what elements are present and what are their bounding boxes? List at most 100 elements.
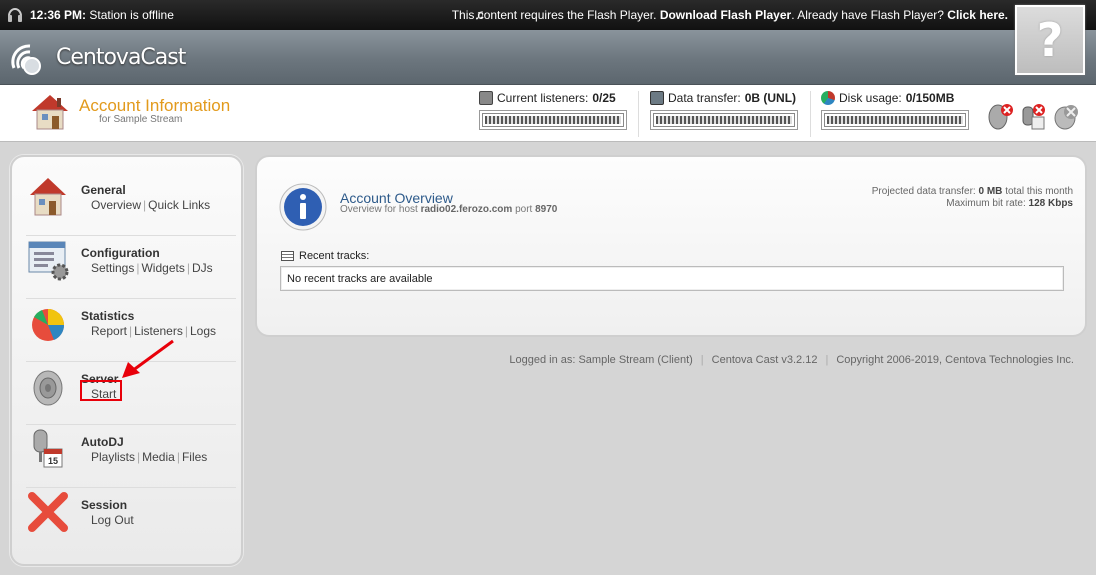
status-text: Station is offline bbox=[89, 8, 174, 22]
sidebar-title-session: Session bbox=[81, 498, 128, 512]
network-icon bbox=[650, 91, 664, 105]
settings-window-icon bbox=[28, 241, 69, 281]
overview-host-label: Overview for host bbox=[340, 204, 418, 215]
top-status-bar: 12:36 PM: Station is offline ♫ This cont… bbox=[0, 0, 1096, 30]
bitrate-label: Maximum bit rate: bbox=[946, 198, 1026, 209]
divider bbox=[810, 91, 811, 137]
listeners-bar bbox=[479, 110, 627, 130]
disk-bar bbox=[821, 110, 969, 130]
page-title: Account Information bbox=[79, 96, 231, 115]
divider bbox=[638, 91, 639, 137]
flash-requirement-text: This content requires the Flash Player. bbox=[451, 8, 657, 22]
download-flash-link[interactable]: Download Flash Player bbox=[660, 8, 791, 22]
flash-have-text: Already have Flash Player? bbox=[797, 8, 944, 22]
footer: Logged in as: Sample Stream (Client) | Cen… bbox=[509, 354, 1074, 366]
speaker-icon bbox=[33, 370, 63, 406]
tracks-icon bbox=[281, 251, 294, 261]
transfer-summary: Projected data transfer: 0 MB total this… bbox=[872, 186, 1073, 210]
disk-icon bbox=[821, 91, 835, 105]
sidebar-item-general: General Overview | Quick Links bbox=[26, 175, 236, 237]
link-widgets[interactable]: Widgets bbox=[141, 261, 184, 275]
brand-name: CentovaCast bbox=[56, 45, 186, 70]
link-files[interactable]: Files bbox=[182, 450, 207, 464]
divider bbox=[26, 487, 236, 488]
station-status: 12:36 PM: Station is offline bbox=[30, 8, 174, 22]
separator: | bbox=[186, 261, 190, 275]
copyright-text: Copyright 2006-2019, Centova Technologie… bbox=[836, 354, 1074, 366]
server-stop-icon[interactable] bbox=[986, 101, 1014, 131]
divider bbox=[26, 235, 236, 236]
divider bbox=[26, 298, 236, 299]
link-media[interactable]: Media bbox=[142, 450, 175, 464]
listeners-icon bbox=[479, 91, 493, 105]
disk-meter: Disk usage: 0/150MB bbox=[821, 91, 969, 130]
autodj-stop-icon[interactable] bbox=[1018, 101, 1046, 131]
brand-header: CentovaCast bbox=[0, 30, 1096, 85]
separator: | bbox=[700, 354, 704, 366]
link-overview[interactable]: Overview bbox=[91, 198, 141, 212]
link-log-out[interactable]: Log Out bbox=[91, 513, 134, 527]
home-icon bbox=[30, 178, 66, 216]
centova-logo-icon bbox=[11, 44, 41, 75]
transfer-label: Data transfer: bbox=[668, 91, 741, 105]
logged-in-as: Logged in as: Sample Stream (Client) bbox=[509, 354, 693, 366]
account-overview-panel: Account Overview Overview for host radio… bbox=[255, 155, 1087, 337]
link-start[interactable]: Start bbox=[91, 387, 116, 401]
separator: | bbox=[184, 324, 188, 338]
separator: | bbox=[825, 354, 829, 366]
annotation-arrow-icon bbox=[122, 339, 174, 378]
sidebar-title-statistics: Statistics bbox=[81, 309, 135, 323]
separator: | bbox=[129, 324, 133, 338]
disk-label: Disk usage: bbox=[839, 91, 902, 105]
recent-tracks-empty: No recent tracks are available bbox=[287, 273, 433, 285]
recent-tracks-list: No recent tracks are available bbox=[280, 266, 1064, 291]
transfer-meter: Data transfer: 0B (UNL) bbox=[650, 91, 798, 130]
pie-chart-icon bbox=[32, 309, 65, 341]
sidebar-title-autodj: AutoDJ bbox=[81, 435, 124, 449]
disabled-stop-icon[interactable] bbox=[1052, 101, 1080, 131]
link-report[interactable]: Report bbox=[91, 324, 127, 338]
sidebar-item-session: Session Log Out bbox=[26, 490, 236, 552]
link-quick-links[interactable]: Quick Links bbox=[148, 198, 210, 212]
microphone-calendar-icon: 15 bbox=[33, 429, 63, 468]
sidebar-item-autodj: 15 AutoDJ Playlists | Media | Files bbox=[26, 427, 236, 489]
link-logs[interactable]: Logs bbox=[190, 324, 216, 338]
link-playlists[interactable]: Playlists bbox=[91, 450, 135, 464]
projected-value: 0 MB bbox=[978, 186, 1003, 197]
listeners-label: Current listeners: bbox=[497, 91, 589, 105]
divider bbox=[26, 424, 236, 425]
separator: | bbox=[176, 450, 180, 464]
version-text: Centova Cast v3.2.12 bbox=[711, 354, 818, 366]
info-icon bbox=[279, 183, 327, 231]
close-icon bbox=[28, 492, 68, 532]
recent-tracks-header: Recent tracks: bbox=[281, 250, 369, 262]
link-listeners[interactable]: Listeners bbox=[134, 324, 183, 338]
overview-port: 8970 bbox=[535, 204, 558, 215]
transfer-value: 0B (UNL) bbox=[744, 91, 797, 105]
flash-notice: This content requires the Flash Player. … bbox=[451, 8, 1008, 22]
projected-label: Projected data transfer: bbox=[871, 186, 976, 197]
listeners-meter: Current listeners: 0/25 bbox=[479, 91, 627, 130]
separator: | bbox=[137, 450, 141, 464]
recent-tracks-label: Recent tracks: bbox=[299, 250, 370, 262]
overview-port-label: port bbox=[515, 204, 533, 215]
status-time: 12:36 PM: bbox=[30, 8, 87, 22]
flash-placeholder-box[interactable]: ? bbox=[1015, 5, 1085, 75]
account-info-bar: Account Information for Sample Stream Cu… bbox=[0, 85, 1096, 142]
sidebar-title-configuration: Configuration bbox=[81, 246, 160, 260]
sidebar-title-general: General bbox=[81, 183, 126, 197]
headset-icon bbox=[8, 8, 22, 22]
sidebar-title-server: Server bbox=[81, 372, 119, 386]
question-icon: ? bbox=[1036, 13, 1064, 67]
flash-click-here-link[interactable]: Click here. bbox=[947, 8, 1008, 22]
overview-host: radio02.ferozo.com bbox=[420, 204, 513, 215]
link-settings[interactable]: Settings bbox=[91, 261, 134, 275]
separator: | bbox=[143, 198, 147, 212]
bitrate-value: 128 Kbps bbox=[1028, 198, 1073, 209]
separator: | bbox=[136, 261, 140, 275]
sidebar-item-configuration: Configuration Settings | Widgets | DJs bbox=[26, 238, 236, 300]
link-djs[interactable]: DJs bbox=[192, 261, 213, 275]
transfer-bar bbox=[650, 110, 798, 130]
listeners-value: 0/25 bbox=[592, 91, 616, 105]
home-icon bbox=[32, 95, 68, 130]
